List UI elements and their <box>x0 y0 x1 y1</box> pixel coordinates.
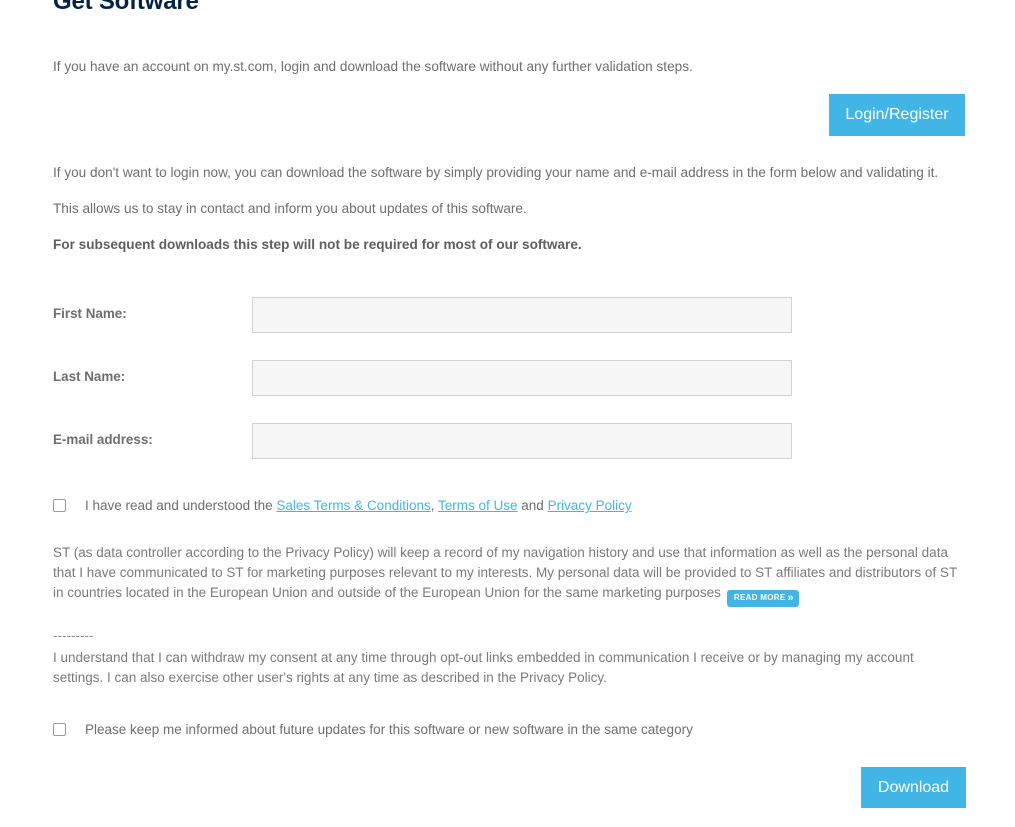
last-name-row: Last Name: <box>53 360 965 398</box>
terms-agreement-row: I have read and understood the Sales Ter… <box>53 496 632 515</box>
keep-informed-label: Please keep me informed about future upd… <box>85 722 693 737</box>
keep-informed-checkbox[interactable] <box>53 723 66 736</box>
intro-text: If you have an account on my.st.com, log… <box>53 59 693 74</box>
first-name-input[interactable] <box>252 297 792 333</box>
terms-prefix-text: I have read and understood the <box>85 498 277 513</box>
download-button[interactable]: Download <box>861 767 966 808</box>
privacy-policy-link[interactable]: Privacy Policy <box>548 498 632 513</box>
withdraw-consent-text: I understand that I can withdraw my cons… <box>53 650 914 685</box>
terms-agreement-label: I have read and understood the Sales Ter… <box>85 496 632 515</box>
stay-in-contact-text: This allows us to stay in contact and in… <box>53 201 527 216</box>
terms-separator-2: and <box>517 498 548 513</box>
subsequent-downloads-note: For subsequent downloads this step will … <box>53 237 582 252</box>
section-separator-dashes: --------- <box>53 628 94 643</box>
first-name-label: First Name: <box>53 306 127 321</box>
last-name-label: Last Name: <box>53 369 126 384</box>
no-login-text: If you don't want to login now, you can … <box>53 165 939 180</box>
read-more-badge[interactable]: READ MORE» <box>726 590 799 607</box>
consent-paragraph: ST (as data controller according to the … <box>53 543 965 607</box>
consent-text: ST (as data controller according to the … <box>53 545 957 600</box>
keep-informed-row: Please keep me informed about future upd… <box>53 720 693 739</box>
get-software-page: Get Software If you have an account on m… <box>0 0 1015 827</box>
email-label: E-mail address: <box>53 432 153 447</box>
page-title: Get Software <box>53 0 199 15</box>
terms-agreement-checkbox[interactable] <box>53 499 66 512</box>
login-register-button[interactable]: Login/Register <box>829 94 965 136</box>
email-input[interactable] <box>252 423 792 459</box>
terms-of-use-link[interactable]: Terms of Use <box>438 498 518 513</box>
double-chevron-right-icon: » <box>787 592 794 604</box>
read-more-label: READ MORE <box>733 593 786 602</box>
first-name-row: First Name: <box>53 297 965 335</box>
sales-terms-conditions-link[interactable]: Sales Terms & Conditions <box>276 498 430 513</box>
email-row: E-mail address: <box>53 423 965 461</box>
terms-separator-1: , <box>430 498 438 513</box>
last-name-input[interactable] <box>252 360 792 396</box>
